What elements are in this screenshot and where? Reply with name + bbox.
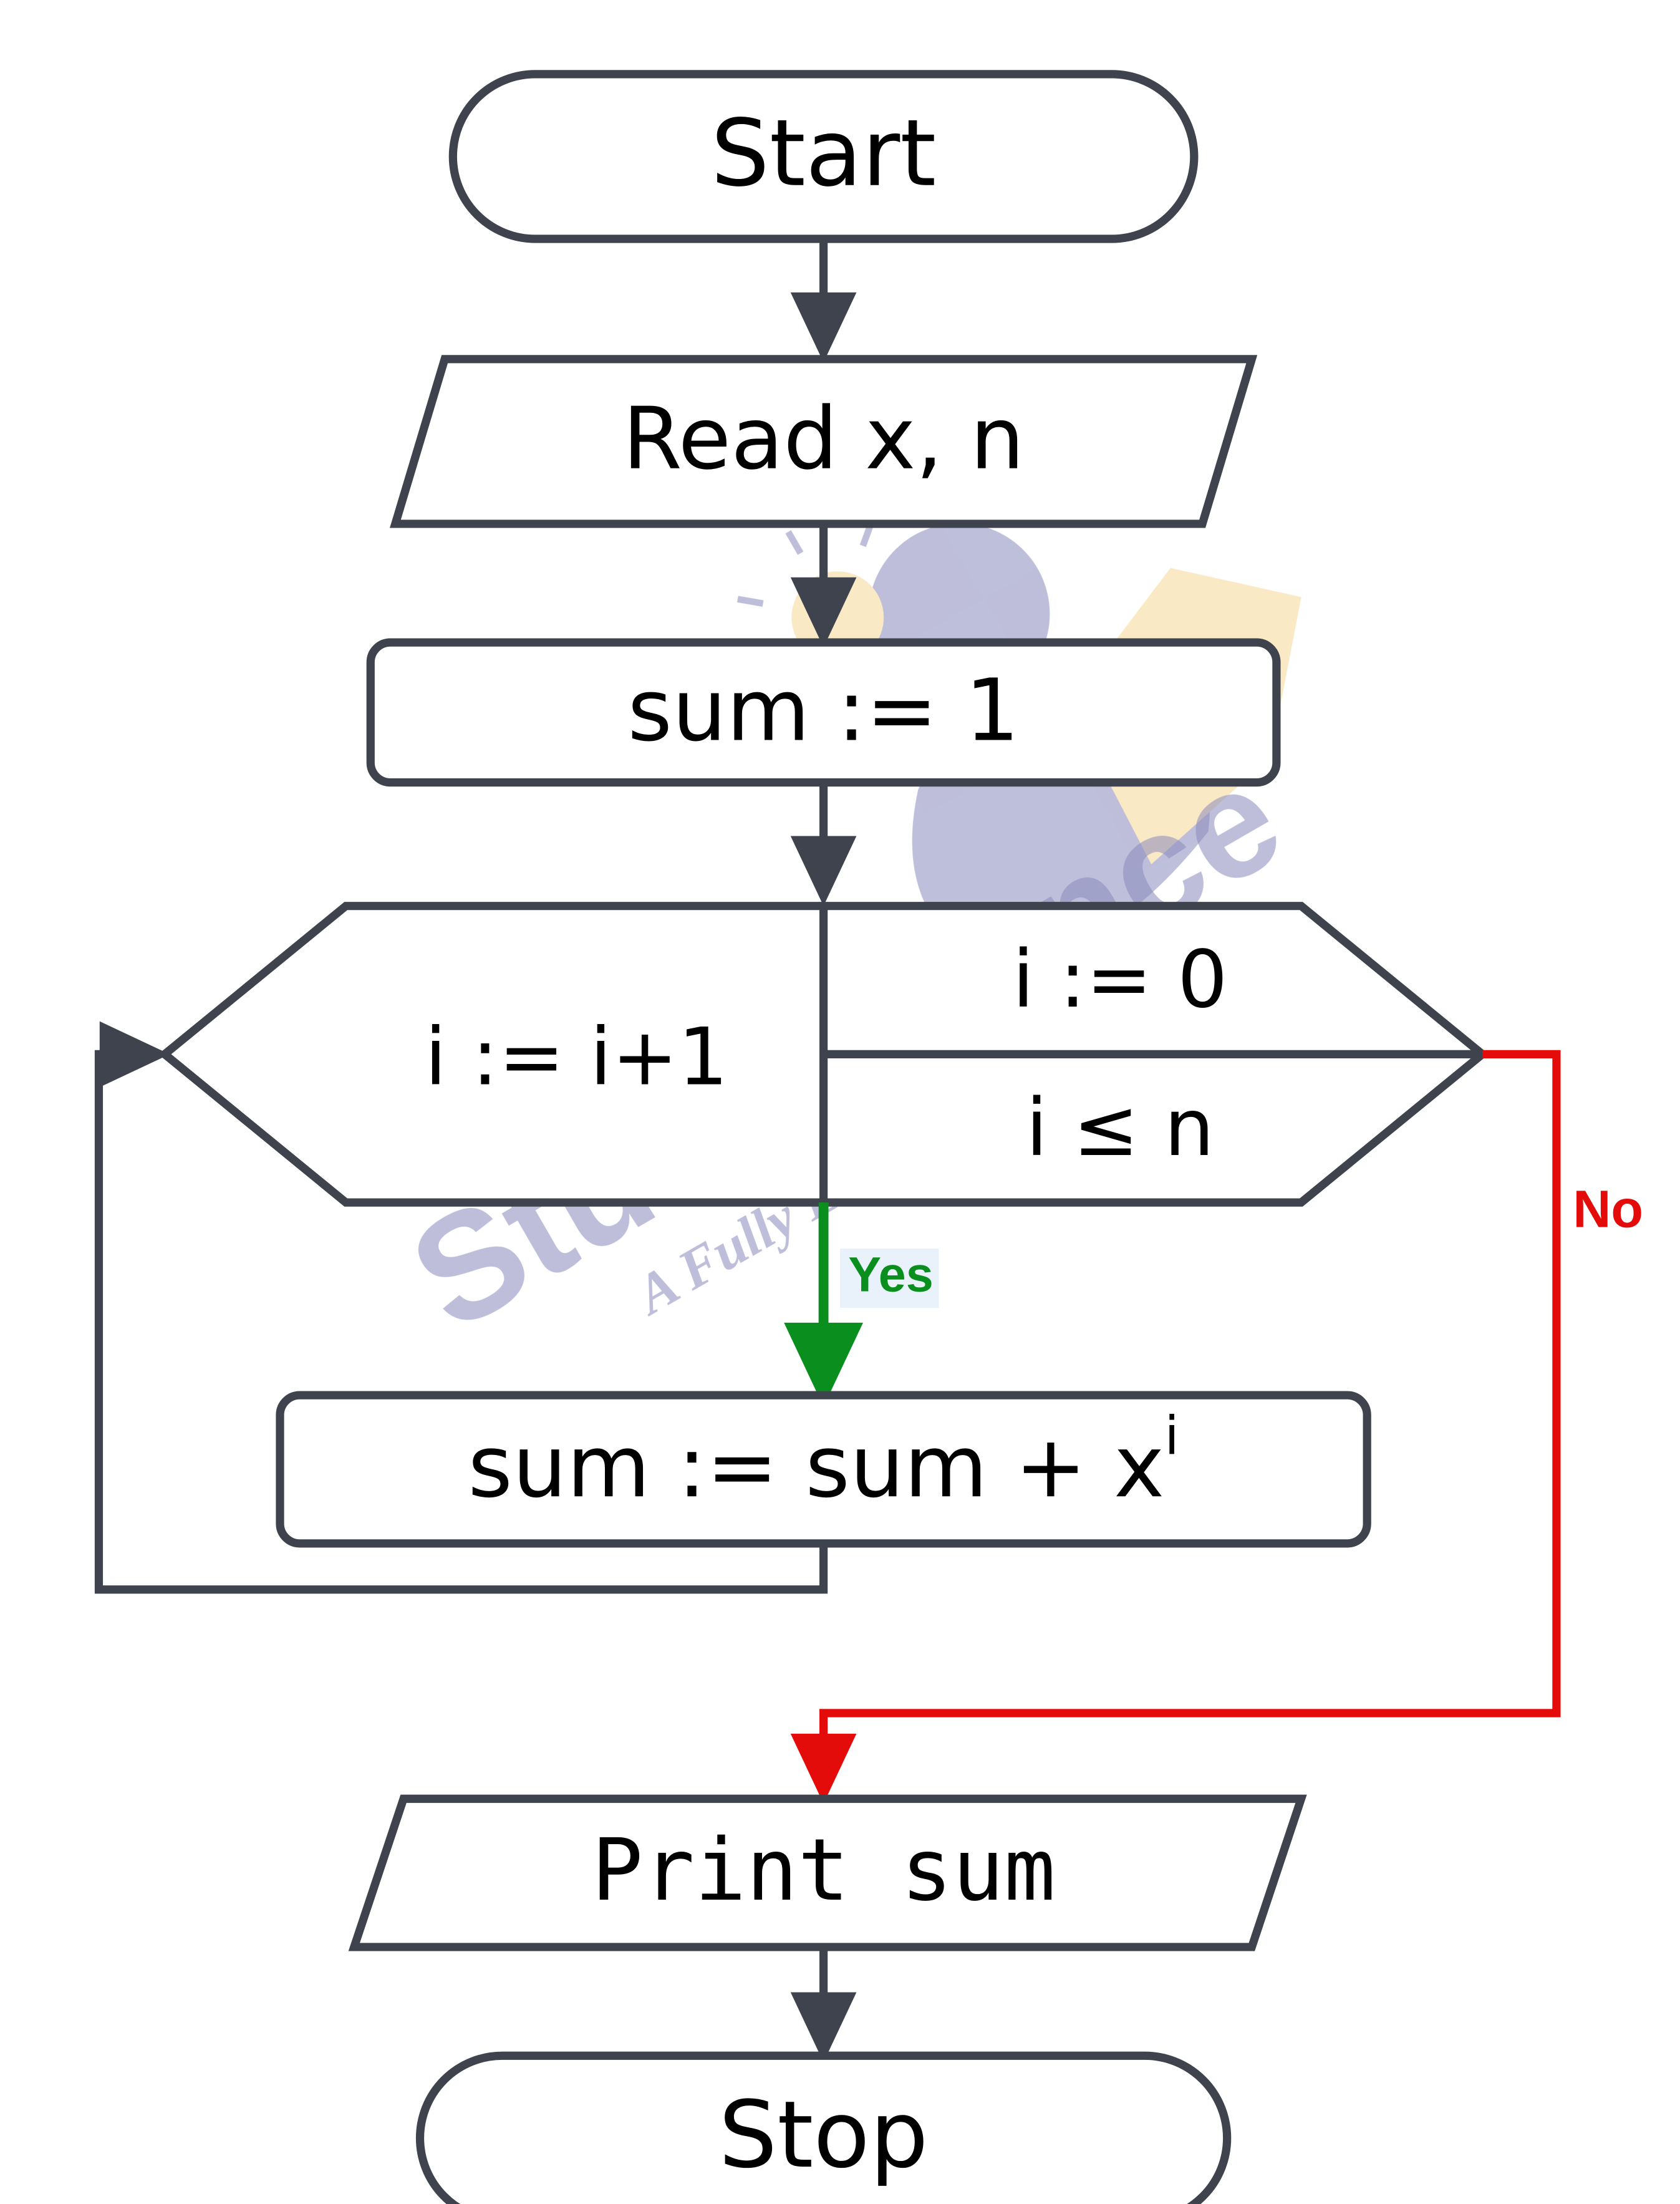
start-label: Start [711, 100, 936, 207]
loop-node: i := i+1 i := 0 i ≤ n [165, 906, 1482, 1202]
print-label: Print sum [592, 1821, 1056, 1920]
stop-node: Stop [420, 2056, 1227, 2204]
init-label: sum := 1 [627, 662, 1019, 761]
yes-label: Yes [848, 1247, 934, 1302]
flowchart: Study Glance A Fully Loaded Notebook Sta… [0, 0, 1680, 2204]
loop-step-label: i := i+1 [425, 1010, 728, 1103]
body-node: sum := sum + xi [280, 1395, 1367, 1544]
loop-cond-label: i ≤ n [1026, 1081, 1214, 1174]
init-node: sum := 1 [370, 642, 1277, 783]
body-label-sup: i [1164, 1405, 1179, 1466]
no-label: No [1573, 1179, 1643, 1239]
read-label: Read x, n [622, 390, 1024, 489]
print-node: Print sum [354, 1799, 1301, 1947]
loop-init-label: i := 0 [1012, 933, 1227, 1025]
stop-label: Stop [718, 2081, 928, 2188]
start-node: Start [453, 74, 1194, 239]
read-node: Read x, n [395, 359, 1252, 524]
body-label-prefix: sum := sum + x [468, 1418, 1164, 1517]
svg-text:sum := sum + xi: sum := sum + xi [468, 1405, 1179, 1516]
